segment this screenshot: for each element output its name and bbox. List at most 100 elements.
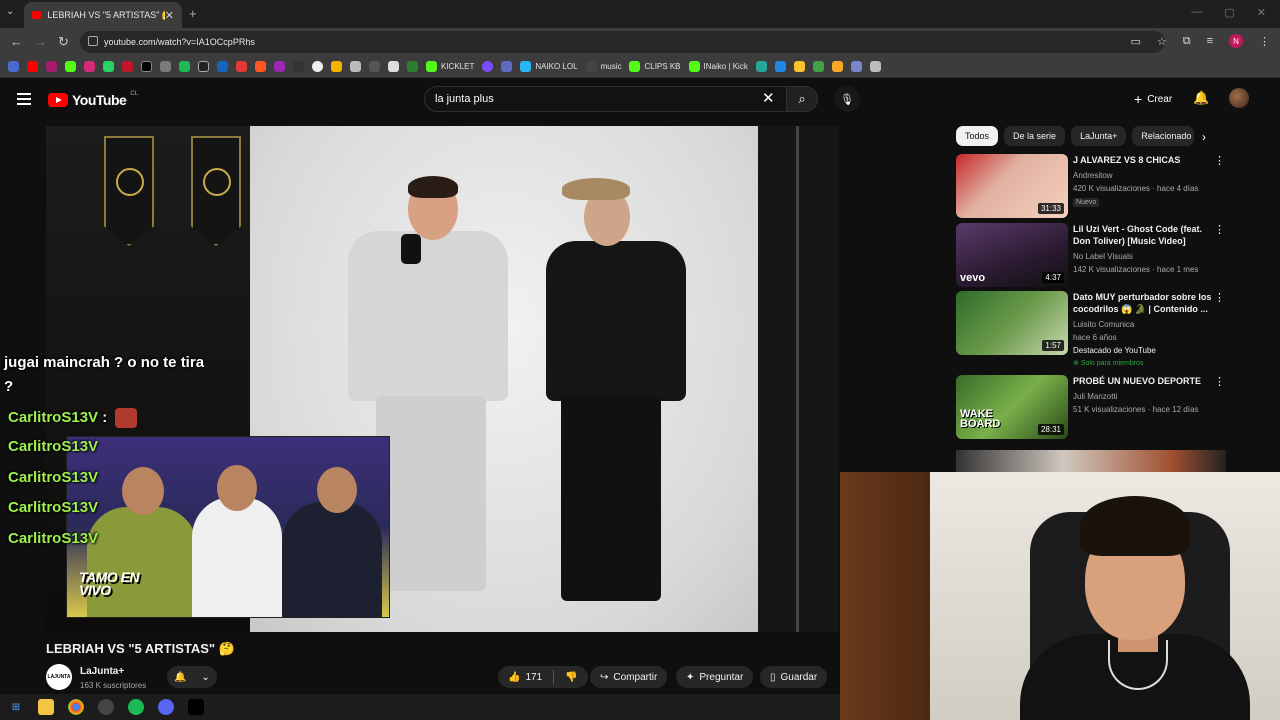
bookmark-shield-icon[interactable] [501,61,513,72]
new-tab-button[interactable]: + [189,6,197,21]
bookmark-blue-icon[interactable] [217,61,228,72]
tab-close-icon[interactable]: ✕ [165,9,174,22]
bookmark-discord-icon[interactable] [482,61,494,72]
discord-icon[interactable] [158,699,174,715]
apps-icon[interactable] [8,61,19,72]
video-thumbnail[interactable]: 1:57 [956,291,1068,355]
youtube-logo[interactable]: YouTube CL [48,91,138,108]
tab-search-icon[interactable]: ⌄ [6,6,14,17]
bookmark-kick-icon[interactable] [65,61,76,72]
chip-todos[interactable]: Todos [956,126,999,146]
bookmark-swirl-icon[interactable] [850,61,862,72]
bookmark-twitch-icon[interactable] [46,61,57,72]
browser-menu-icon[interactable]: ⋮ [1259,35,1270,48]
channel-avatar[interactable]: LAJUNTA [46,664,72,690]
bookmark-green-icon[interactable] [407,61,418,72]
bookmark-s-icon[interactable] [198,61,209,72]
bookmark-pin-icon[interactable] [122,61,133,72]
bookmark-youtube-icon[interactable] [27,61,38,72]
video-thumbnail[interactable]: WAKE BOARD 28:31 [956,375,1068,439]
media-control-icon[interactable]: ≡ [1207,35,1213,47]
more-options-icon[interactable]: ⋮ [1214,375,1225,388]
notifications-bell-icon[interactable]: 🔔 [1193,90,1209,106]
more-options-icon[interactable]: ⋮ [1214,154,1225,167]
bookmark-naiko-lol[interactable]: NAIKO LOL [520,61,578,72]
chevron-right-icon[interactable]: › [1202,130,1206,144]
close-window-icon[interactable]: ✕ [1257,6,1266,19]
menu-icon[interactable] [17,93,31,105]
bookmark-tiktok-icon[interactable] [160,61,171,72]
bookmark-naiko-kick[interactable]: INaiko | Kick [688,61,748,72]
save-button[interactable]: ▯ Guardar [760,666,828,688]
windows-start-icon[interactable]: ⊞ [8,699,24,715]
bookmark-spotify-icon[interactable] [179,61,190,72]
account-avatar[interactable] [1229,88,1249,108]
obs-icon[interactable] [98,699,114,715]
bookmark-chart-icon[interactable] [774,61,786,72]
back-icon[interactable]: ← [10,34,23,49]
bookmark-red-icon[interactable] [236,61,247,72]
recommendation-title[interactable]: PROBÉ UN NUEVO DEPORTE [1073,375,1213,387]
extensions-icon[interactable]: ⧉ [1183,35,1191,48]
recommendation-channel[interactable]: Andresitow [1073,171,1113,180]
ask-button[interactable]: ✦ Preguntar [676,666,754,688]
bookmark-cat-icon[interactable] [350,61,361,72]
chip-de-la-serie[interactable]: De la serie [1004,126,1066,146]
recommendation-title[interactable]: J ALVAREZ VS 8 CHICAS [1073,154,1213,166]
profile-avatar[interactable]: N [1229,34,1243,48]
bookmark-github-icon[interactable] [312,61,323,72]
bookmark-f-icon[interactable] [793,61,805,72]
bookmark-u-icon[interactable] [831,61,843,72]
bookmark-orange-icon[interactable] [255,61,266,72]
video-player[interactable]: TAMO EN VIVO [46,126,838,632]
minimize-icon[interactable]: — [1191,6,1202,19]
recommendation-item[interactable]: 1:57 Dato MUY perturbador sobre los coco… [956,291,1226,367]
recommendation-item[interactable]: WAKE BOARD 28:31 PROBÉ UN NUEVO DEPORTE … [956,375,1226,439]
video-thumbnail[interactable]: 31:33 [956,154,1068,218]
bookmark-x-icon[interactable] [141,61,152,72]
recommendation-channel[interactable]: Luisito Comunica [1073,320,1134,329]
bookmark-star-icon[interactable]: ☆ [1157,35,1167,48]
bookmark-diamond-icon[interactable] [388,61,399,72]
forward-icon[interactable]: → [34,34,47,49]
spotify-icon[interactable] [128,699,144,715]
recommendation-title[interactable]: Dato MUY perturbador sobre los cocodrilo… [1073,291,1213,315]
url-bar[interactable]: youtube.com/watch?v=IA1OCcpPRhs [80,31,1165,53]
more-options-icon[interactable]: ⋮ [1214,291,1225,304]
share-button[interactable]: ↪ Compartir [590,666,668,688]
bookmark-kicklet[interactable]: KICKLET [426,61,474,72]
subscription-notifications-button[interactable]: 🔔 ⌄ [167,666,217,688]
bookmark-clips-kb[interactable]: CLIPS KB [629,61,681,72]
search-input[interactable]: la junta plus [424,86,786,112]
bookmark-teal-icon[interactable] [755,61,767,72]
maximize-icon[interactable]: ▢ [1224,6,1234,19]
next-recommendation-preview[interactable] [956,450,1226,472]
like-button[interactable]: 👍 171 [508,672,542,683]
file-explorer-icon[interactable] [38,699,54,715]
clear-search-icon[interactable]: ✕ [762,89,775,107]
dislike-button[interactable]: 👎 [565,672,577,683]
bookmark-yellow-icon[interactable] [331,61,342,72]
site-info-icon[interactable] [88,36,98,46]
bookmark-grey-icon[interactable] [369,61,380,72]
search-button[interactable]: ⌕ [786,86,818,112]
chip-lajunta[interactable]: LaJunta+ [1071,126,1127,146]
recommendation-item[interactable]: 31:33 J ALVAREZ VS 8 CHICAS Andresitow 4… [956,154,1226,218]
create-button[interactable]: + Crear [1124,88,1183,110]
bookmark-purple-icon[interactable] [274,61,285,72]
voice-search-button[interactable]: 🎙 [834,86,860,112]
video-thumbnail[interactable]: vevo 4:37 [956,223,1068,287]
more-options-icon[interactable]: ⋮ [1214,223,1225,236]
cast-icon[interactable]: ▭ [1130,35,1140,48]
reload-icon[interactable]: ↻ [58,34,69,50]
bookmark-instagram-icon[interactable] [84,61,95,72]
browser-tab-active[interactable]: LEBRIAH VS "5 ARTISTAS" 🤔 ✕ [24,2,182,28]
recommendation-channel[interactable]: Juli Manzotti [1073,392,1117,401]
bookmark-whatsapp-icon[interactable] [103,61,114,72]
bookmark-green2-icon[interactable] [812,61,824,72]
bookmark-search-icon[interactable] [293,61,304,72]
recommendation-channel[interactable]: No Label Visuals [1073,252,1133,261]
chrome-icon[interactable] [68,699,84,715]
bookmark-box-icon[interactable] [869,61,881,72]
recommendation-item[interactable]: vevo 4:37 Lil Uzi Vert - Ghost Code (fea… [956,223,1226,287]
